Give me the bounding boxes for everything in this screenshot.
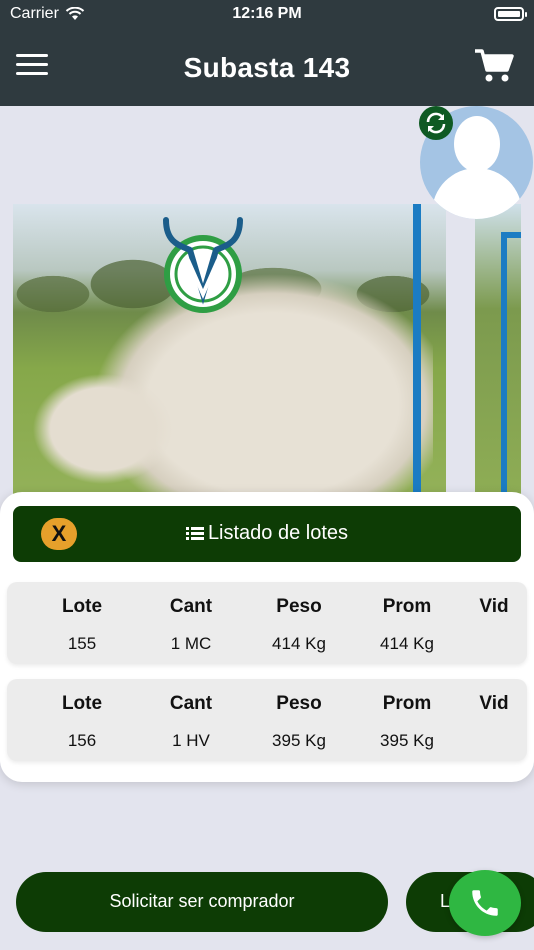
lot-quantity: 1 MC [170, 634, 212, 653]
next-media-thumbnail[interactable] [475, 204, 521, 504]
video-frame-stripe [413, 204, 421, 504]
lot-weight: 414 Kg [272, 634, 326, 653]
app-header: Subasta 143 [0, 30, 534, 106]
lot-quantity: 1 HV [172, 731, 210, 750]
lots-list-panel: X Listado de lotes Lote Cant Peso Prom V… [0, 492, 534, 782]
phone-icon [472, 890, 498, 916]
col-header-vid: Vid [479, 596, 509, 617]
status-bar: Carrier 12:16 PM [0, 0, 534, 30]
lot-row[interactable]: Lote Cant Peso Prom Vid 156 1 HV 395 Kg … [7, 679, 527, 761]
col-header-peso: Peso [276, 693, 322, 714]
lot-average: 414 Kg [380, 634, 434, 653]
lots-list-title: Listado de lotes [13, 522, 521, 545]
phone-call-button[interactable] [449, 870, 521, 936]
battery-icon [494, 7, 527, 21]
col-header-lote: Lote [61, 693, 103, 714]
col-header-peso: Peso [276, 596, 322, 617]
page-title: Subasta 143 [183, 52, 351, 83]
lot-row[interactable]: Lote Cant Peso Prom Vid 155 1 MC 414 Kg … [7, 582, 527, 664]
shopping-cart-icon[interactable] [474, 48, 514, 84]
lot-number: 156 [67, 731, 97, 750]
list-icon [185, 526, 204, 541]
col-header-cant: Cant [169, 596, 213, 617]
lot-media-gallery[interactable] [0, 106, 534, 506]
refresh-icon[interactable] [419, 106, 453, 140]
lot-number: 155 [67, 634, 97, 653]
col-header-cant: Cant [169, 693, 213, 714]
request-buyer-button[interactable]: Solicitar ser comprador [16, 872, 388, 932]
auction-logo-icon [160, 216, 246, 316]
lots-list-header[interactable]: X Listado de lotes [13, 506, 521, 562]
col-header-vid: Vid [479, 693, 509, 714]
lot-weight: 395 Kg [272, 731, 326, 750]
status-time: 12:16 PM [232, 5, 302, 22]
col-header-lote: Lote [61, 596, 103, 617]
lots-list-title-label: Listado de lotes [207, 522, 349, 544]
lot-average: 395 Kg [380, 731, 434, 750]
